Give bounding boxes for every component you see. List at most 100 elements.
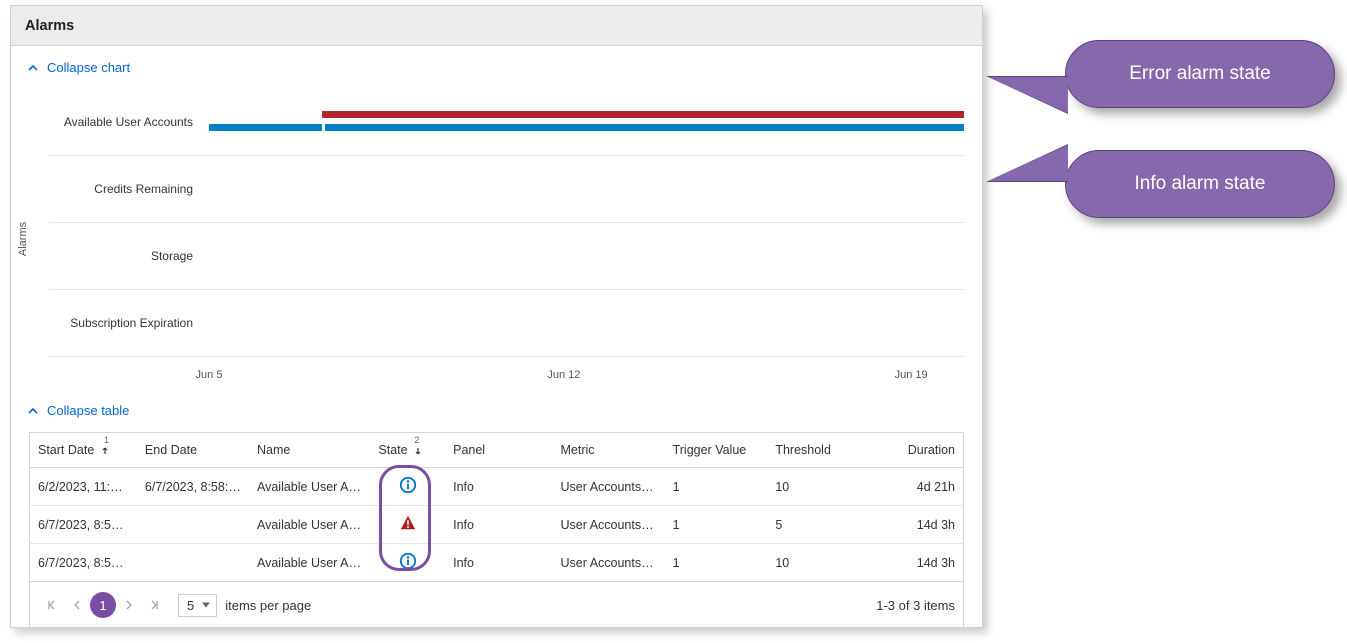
cell-duration: 14d 3h <box>870 544 963 582</box>
panel-title: Alarms <box>25 18 74 34</box>
col-label: Start Date <box>38 443 94 457</box>
page-first-button[interactable] <box>38 592 64 618</box>
cell-threshold: 10 <box>767 544 870 582</box>
alarms-table-wrap: Start Date 1 End Date Name State 2 Panel… <box>29 432 964 629</box>
sort-desc-icon <box>413 446 423 456</box>
chart-row-subscription-expiration: Subscription Expiration <box>49 290 964 357</box>
col-panel[interactable]: Panel <box>445 433 552 468</box>
info-icon <box>399 476 417 494</box>
chart-row-track <box>209 223 964 289</box>
page-next-icon <box>123 599 135 611</box>
page-last-button[interactable] <box>142 592 168 618</box>
collapse-chart-button[interactable]: Collapse chart <box>11 46 982 89</box>
collapse-chart-label: Collapse chart <box>47 60 130 75</box>
cell-start: 6/2/2023, 11:58:2… <box>30 468 137 506</box>
table-row[interactable]: 6/2/2023, 11:58:2… 6/7/2023, 8:58:53… Av… <box>30 468 964 506</box>
callout-error-alarm: Error alarm state <box>1065 40 1335 108</box>
col-threshold[interactable]: Threshold <box>767 433 870 468</box>
col-label: Duration <box>908 443 955 457</box>
cell-name: Available User Ac… <box>249 506 370 544</box>
cell-end <box>137 544 249 582</box>
cell-state <box>370 544 445 582</box>
cell-name: Available User Ac… <box>249 544 370 582</box>
cell-start: 6/7/2023, 8:58:53… <box>30 506 137 544</box>
col-metric[interactable]: Metric <box>553 433 665 468</box>
chevron-up-icon <box>27 62 39 74</box>
chart-row-label: Storage <box>49 249 199 263</box>
col-label: End Date <box>145 443 197 457</box>
callout-error-label: Error alarm state <box>1129 63 1270 85</box>
error-bar[interactable] <box>322 111 964 118</box>
cell-metric: User Accounts R… <box>553 506 665 544</box>
cell-threshold: 10 <box>767 468 870 506</box>
chart-row-available-user-accounts: Available User Accounts <box>49 89 964 156</box>
info-icon <box>399 552 417 570</box>
col-label: Threshold <box>775 443 831 457</box>
sort-order: 2 <box>414 435 419 445</box>
x-tick: Jun 5 <box>196 369 223 381</box>
chart-row-credits-remaining: Credits Remaining <box>49 156 964 223</box>
warning-icon <box>399 514 417 532</box>
col-state[interactable]: State 2 <box>370 433 445 468</box>
callout-info-alarm: Info alarm state <box>1065 150 1335 218</box>
page-last-icon <box>149 599 161 611</box>
cell-state <box>370 506 445 544</box>
table-header-row: Start Date 1 End Date Name State 2 Panel… <box>30 433 964 468</box>
collapse-table-button[interactable]: Collapse table <box>11 389 982 432</box>
table-row[interactable]: 6/7/2023, 8:58:53… Available User Ac… In… <box>30 506 964 544</box>
cell-panel: Info <box>445 468 552 506</box>
pager-range-label: 1-3 of 3 items <box>876 598 955 613</box>
cell-panel: Info <box>445 544 552 582</box>
cell-trigger: 1 <box>665 468 768 506</box>
page-size-select[interactable]: 5 <box>178 594 217 617</box>
col-label: State <box>378 443 407 457</box>
cell-trigger: 1 <box>665 544 768 582</box>
table-row[interactable]: 6/7/2023, 8:58:53… Available User Ac… In… <box>30 544 964 582</box>
col-label: Name <box>257 443 290 457</box>
page-first-icon <box>45 599 57 611</box>
x-tick: Jun 12 <box>547 369 580 381</box>
chart-row-storage: Storage <box>49 223 964 290</box>
cell-panel: Info <box>445 506 552 544</box>
cell-end <box>137 506 249 544</box>
col-name[interactable]: Name <box>249 433 370 468</box>
col-trigger-value[interactable]: Trigger Value <box>665 433 768 468</box>
cell-duration: 14d 3h <box>870 506 963 544</box>
info-bar-2[interactable] <box>325 124 965 131</box>
x-tick: Jun 19 <box>895 369 928 381</box>
cell-state <box>370 468 445 506</box>
col-end-date[interactable]: End Date <box>137 433 249 468</box>
page-number-button[interactable]: 1 <box>90 592 116 618</box>
chart-rows: Available User Accounts Credits Remainin… <box>49 89 964 359</box>
col-label: Metric <box>561 443 595 457</box>
collapse-table-label: Collapse table <box>47 403 129 418</box>
cell-metric: User Accounts R… <box>553 468 665 506</box>
chart-y-axis-label: Alarms <box>17 222 29 256</box>
chart-row-label: Available User Accounts <box>49 115 199 129</box>
cell-duration: 4d 21h <box>870 468 963 506</box>
cell-start: 6/7/2023, 8:58:53… <box>30 544 137 582</box>
sort-asc-icon <box>100 446 110 456</box>
col-label: Trigger Value <box>673 443 747 457</box>
cell-name: Available User Ac… <box>249 468 370 506</box>
col-duration[interactable]: Duration <box>870 433 963 468</box>
page-prev-button[interactable] <box>64 592 90 618</box>
callout-info-label: Info alarm state <box>1135 173 1266 195</box>
pager: 1 5 items per page 1-3 of 3 items <box>29 582 964 629</box>
chart-row-track <box>209 156 964 222</box>
items-per-page-label: items per page <box>225 598 311 613</box>
page-next-button[interactable] <box>116 592 142 618</box>
sort-order: 1 <box>104 435 109 445</box>
cell-trigger: 1 <box>665 506 768 544</box>
alarms-table: Start Date 1 End Date Name State 2 Panel… <box>29 432 964 582</box>
page-prev-icon <box>71 599 83 611</box>
chart-row-label: Credits Remaining <box>49 182 199 196</box>
col-start-date[interactable]: Start Date 1 <box>30 433 137 468</box>
info-bar-1[interactable] <box>209 124 322 131</box>
chevron-up-icon <box>27 405 39 417</box>
alarms-chart: Alarms Available User Accounts Credits R… <box>29 89 964 389</box>
panel-header: Alarms <box>11 6 982 46</box>
cell-metric: User Accounts R… <box>553 544 665 582</box>
alarms-panel: Alarms Collapse chart Alarms Available U… <box>10 5 983 628</box>
chart-row-label: Subscription Expiration <box>49 316 199 330</box>
